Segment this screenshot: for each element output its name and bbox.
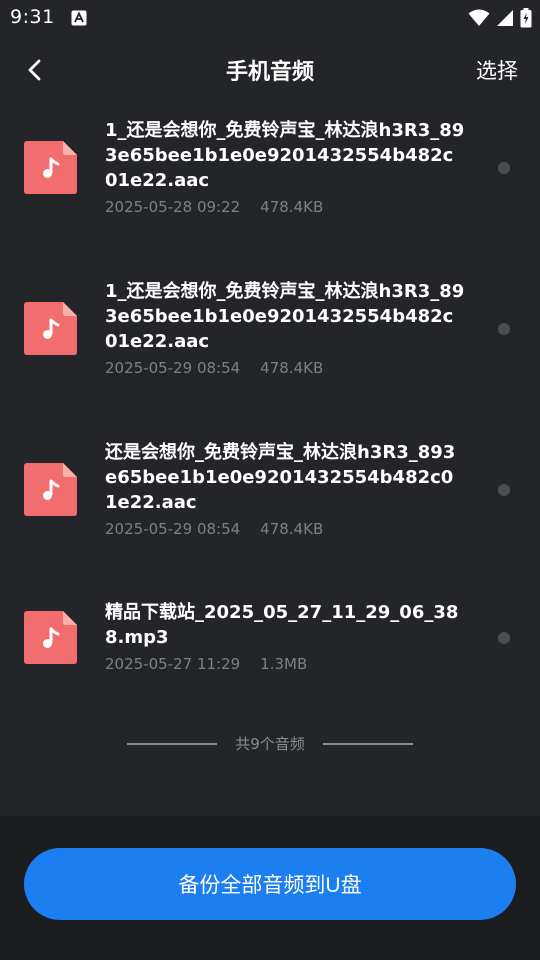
audio-file-icon bbox=[24, 141, 77, 194]
audio-count: 共9个音频 bbox=[235, 735, 305, 753]
select-radio[interactable] bbox=[498, 632, 510, 644]
item-name: 精品下载站_2025_05_27_11_29_06_388.mp3 bbox=[105, 602, 459, 648]
page-title: 手机音频 bbox=[225, 60, 314, 85]
wifi-icon bbox=[468, 9, 490, 26]
select-radio[interactable] bbox=[498, 484, 510, 496]
item-size: 478.4KB bbox=[260, 198, 324, 216]
item-meta: 2025-05-28 09:22 478.4KB bbox=[105, 197, 465, 217]
item-size: 1.3MB bbox=[260, 655, 308, 673]
audio-file-icon bbox=[24, 302, 77, 355]
list-item[interactable]: 精品下载站_2025_05_27_11_29_06_388.mp3 2025-0… bbox=[0, 583, 540, 716]
item-date: 2025-05-27 11:29 bbox=[105, 655, 241, 673]
app-header: 手机音频 选择 bbox=[0, 40, 540, 100]
list-item[interactable]: 1_还是会想你_免费铃声宝_林达浪h3R3_893e65bee1b1e0e920… bbox=[0, 100, 540, 261]
select-radio[interactable] bbox=[498, 162, 510, 174]
signal-icon bbox=[497, 10, 513, 26]
select-button[interactable]: 选择 bbox=[476, 55, 518, 85]
audio-count-row: 共9个音频 bbox=[0, 733, 540, 755]
item-date: 2025-05-29 08:54 bbox=[105, 359, 241, 377]
item-name: 1_还是会想你_免费铃声宝_林达浪h3R3_893e65bee1b1e0e920… bbox=[105, 281, 465, 352]
item-size: 478.4KB bbox=[260, 520, 324, 538]
audio-file-icon bbox=[24, 463, 77, 516]
item-name: 1_还是会想你_免费铃声宝_林达浪h3R3_893e65bee1b1e0e920… bbox=[105, 120, 465, 191]
status-time: 9:31 bbox=[10, 6, 55, 28]
item-text: 精品下载站_2025_05_27_11_29_06_388.mp3 2025-0… bbox=[105, 600, 465, 674]
backup-to-usb-button[interactable]: 备份全部音频到U盘 bbox=[24, 848, 516, 920]
item-date: 2025-05-28 09:22 bbox=[105, 198, 241, 216]
item-date: 2025-05-29 08:54 bbox=[105, 520, 241, 538]
select-radio[interactable] bbox=[498, 323, 510, 335]
item-name: 还是会想你_免费铃声宝_林达浪h3R3_893e65bee1b1e0e92014… bbox=[105, 442, 456, 513]
item-meta: 2025-05-29 08:54 478.4KB bbox=[105, 519, 465, 539]
list-item[interactable]: 还是会想你_免费铃声宝_林达浪h3R3_893e65bee1b1e0e92014… bbox=[0, 422, 540, 583]
item-text: 1_还是会想你_免费铃声宝_林达浪h3R3_893e65bee1b1e0e920… bbox=[105, 279, 465, 378]
battery-charging-icon bbox=[520, 8, 532, 28]
status-bar: 9:31 bbox=[0, 0, 540, 36]
audio-list: 1_还是会想你_免费铃声宝_林达浪h3R3_893e65bee1b1e0e920… bbox=[0, 100, 540, 716]
item-size: 478.4KB bbox=[260, 359, 324, 377]
divider-right bbox=[323, 743, 413, 745]
item-text: 还是会想你_免费铃声宝_林达浪h3R3_893e65bee1b1e0e92014… bbox=[105, 440, 465, 539]
bottom-panel: 备份全部音频到U盘 bbox=[0, 816, 540, 960]
item-meta: 2025-05-29 08:54 478.4KB bbox=[105, 358, 465, 378]
list-item[interactable]: 1_还是会想你_免费铃声宝_林达浪h3R3_893e65bee1b1e0e920… bbox=[0, 261, 540, 422]
item-meta: 2025-05-27 11:29 1.3MB bbox=[105, 654, 465, 674]
audio-file-icon bbox=[24, 611, 77, 664]
status-icons bbox=[468, 7, 532, 29]
item-text: 1_还是会想你_免费铃声宝_林达浪h3R3_893e65bee1b1e0e920… bbox=[105, 118, 465, 217]
notification-a-icon bbox=[71, 10, 87, 26]
